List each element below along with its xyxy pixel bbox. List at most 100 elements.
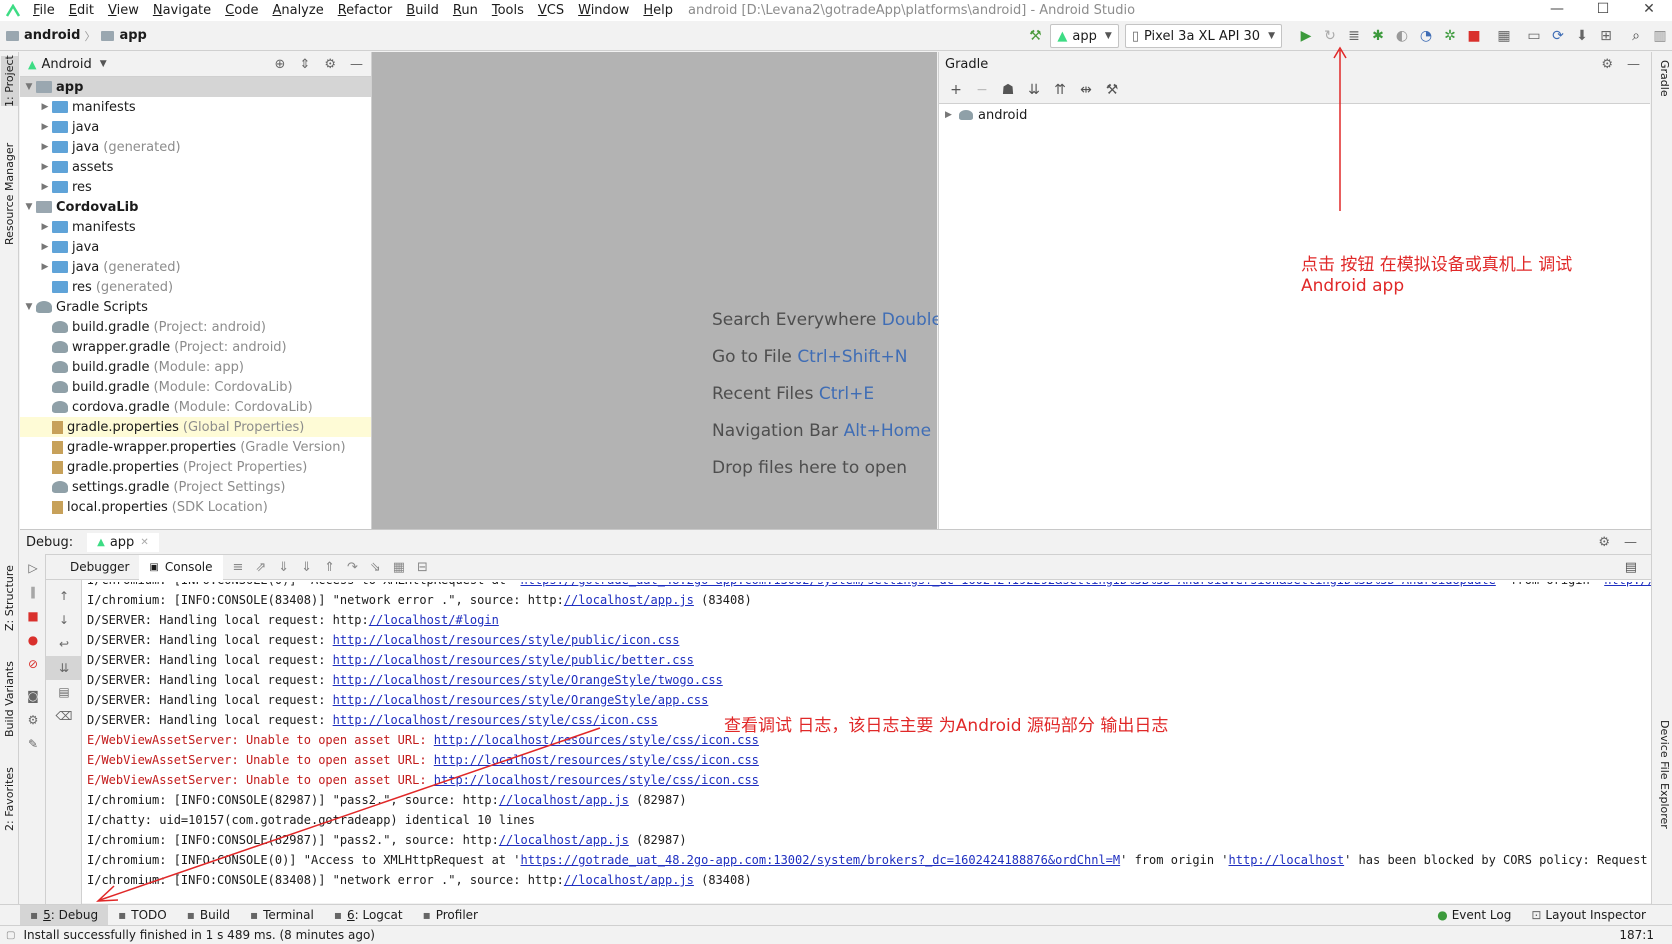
remove-icon[interactable]: − xyxy=(969,82,995,98)
breadcrumb-root[interactable]: android xyxy=(6,28,80,43)
gear-icon[interactable]: ⚙ xyxy=(1601,57,1613,72)
pause-icon[interactable]: ∥ xyxy=(20,580,46,604)
menu-build[interactable]: Build xyxy=(399,0,446,21)
attach-debugger-icon[interactable]: ✲ xyxy=(1438,24,1462,48)
tree-item-java[interactable]: ▶ java (generated) xyxy=(20,257,371,277)
chevron-right-icon[interactable]: ▶ xyxy=(38,222,52,232)
menu-navigate[interactable]: Navigate xyxy=(146,0,218,21)
tree-item-java[interactable]: ▶ java (generated) xyxy=(20,137,371,157)
chevron-right-icon[interactable]: ▶ xyxy=(38,262,52,272)
tree-item-manifests[interactable]: ▶ manifests xyxy=(20,217,371,237)
search-icon[interactable]: ⌕ xyxy=(1624,24,1648,48)
tab-console[interactable]: ▣ Console xyxy=(139,554,223,580)
camera-icon[interactable]: ◙ xyxy=(20,684,46,708)
scroll-to-end-icon[interactable]: ⇊ xyxy=(46,656,82,680)
run-config-select[interactable]: ▲ app ▼ xyxy=(1050,24,1119,48)
project-structure-icon[interactable]: ▦ xyxy=(1492,24,1516,48)
caret-position[interactable]: 187:1 xyxy=(1619,928,1654,942)
tree-item-build-gradle[interactable]: build.gradle (Project: android) xyxy=(20,317,371,337)
chevron-right-icon[interactable]: ▶ xyxy=(38,142,52,152)
project-tool-tab[interactable]: 1: Project xyxy=(1,55,18,107)
mute-breakpoints-icon[interactable]: ⊘ xyxy=(20,652,46,676)
gear-icon[interactable]: ⚙ xyxy=(324,57,336,72)
tree-item-gradle-properties[interactable]: gradle.properties (Global Properties) xyxy=(20,417,371,437)
gear-icon[interactable]: ⚙ xyxy=(1598,535,1610,550)
update-icon[interactable]: ▥ xyxy=(1648,24,1672,48)
apply-code-changes-icon[interactable]: ≣ xyxy=(1342,24,1366,48)
bottom-tab-todo[interactable]: ▪ TODO xyxy=(108,905,177,926)
bottom-tab-debug[interactable]: ▪ 5: Debug xyxy=(20,904,109,926)
device-manager-icon[interactable]: ⊞ xyxy=(1594,24,1618,48)
up-arrow-icon[interactable]: ↑ xyxy=(46,584,82,608)
print-icon[interactable]: ▤ xyxy=(46,680,82,704)
menu-file[interactable]: File xyxy=(26,0,62,21)
build-variants-tab[interactable]: Build Variants xyxy=(1,652,18,746)
log-link[interactable]: https://gotrade_uat_48.2go-app.com:13002… xyxy=(520,582,1495,587)
wrench-icon[interactable]: ⚒ xyxy=(1099,82,1125,98)
tree-item-java[interactable]: ▶ java xyxy=(20,117,371,137)
menu-vcs[interactable]: VCS xyxy=(531,0,571,21)
device-file-explorer-tab[interactable]: Device File Explorer xyxy=(1654,720,1671,850)
close-window-button[interactable]: ✕ xyxy=(1626,0,1672,21)
layout-inspector-button[interactable]: ⊡ Layout Inspector xyxy=(1521,905,1656,926)
tree-item-build-gradle[interactable]: build.gradle (Module: CordovaLib) xyxy=(20,377,371,397)
tree-item-res[interactable]: res (generated) xyxy=(20,277,371,297)
chevron-down-icon[interactable]: ▼ xyxy=(22,202,36,212)
menu-tools[interactable]: Tools xyxy=(485,0,531,21)
tree-item-local-properties[interactable]: local.properties (SDK Location) xyxy=(20,497,371,517)
menu-help[interactable]: Help xyxy=(636,0,680,21)
debug-session-tab[interactable]: ▲ app ✕ xyxy=(87,532,159,552)
menu-window[interactable]: Window xyxy=(571,0,636,21)
tree-item-gradle-properties[interactable]: gradle.properties (Project Properties) xyxy=(20,457,371,477)
tree-item-build-gradle[interactable]: build.gradle (Module: app) xyxy=(20,357,371,377)
tree-item-app[interactable]: ▼ app xyxy=(20,77,371,97)
menu-analyze[interactable]: Analyze xyxy=(265,0,330,21)
locate-file-icon[interactable]: ⊕ xyxy=(275,57,286,72)
log-link[interactable]: //localhost/app.js xyxy=(564,593,694,607)
trash-icon[interactable]: ⌫ xyxy=(46,704,82,728)
chevron-right-icon[interactable]: ▶ xyxy=(38,122,52,132)
menu-view[interactable]: View xyxy=(101,0,146,21)
tree-item-cordovalib[interactable]: ▼ CordovaLib xyxy=(20,197,371,217)
minimize-button[interactable]: — xyxy=(1534,0,1580,21)
tree-item-manifests[interactable]: ▶ manifests xyxy=(20,97,371,117)
avd-manager-icon[interactable]: ▭ xyxy=(1522,24,1546,48)
device-select[interactable]: ▯ Pixel 3a XL API 30 ▼ xyxy=(1124,24,1282,48)
execute-task-icon[interactable]: ☗ xyxy=(995,82,1021,98)
run-with-coverage-icon[interactable]: ◐ xyxy=(1390,24,1414,48)
collapse-all-icon[interactable]: ⇈ xyxy=(1047,82,1073,98)
bottom-tab-logcat[interactable]: ▪ 6: Logcat xyxy=(324,905,413,926)
gradle-tree-root[interactable]: ▶ android xyxy=(939,104,1650,126)
tree-item-assets[interactable]: ▶ assets xyxy=(20,157,371,177)
profile-icon[interactable]: ◔ xyxy=(1414,24,1438,48)
editor-area[interactable]: Search Everywhere Double Sh Go to File Ct… xyxy=(372,52,969,529)
tree-item-res[interactable]: ▶ res xyxy=(20,177,371,197)
gear-icon[interactable]: ⚙ xyxy=(20,708,46,732)
resource-manager-tab[interactable]: Resource Manager xyxy=(1,134,18,254)
layout-settings-icon[interactable]: ▤ xyxy=(1625,560,1637,575)
tree-item-java[interactable]: ▶ java xyxy=(20,237,371,257)
log-link[interactable]: http://localhost/resources/style/public/… xyxy=(333,633,680,647)
stepping-controls[interactable]: ≡⇗⇓⇓⇑↷⇘▦⊟ xyxy=(233,560,440,575)
hide-panel-icon[interactable]: — xyxy=(350,57,363,72)
tree-item-gradle-scripts[interactable]: ▼ Gradle Scripts xyxy=(20,297,371,317)
menu-code[interactable]: Code xyxy=(218,0,265,21)
hide-panel-icon[interactable]: — xyxy=(1624,535,1637,550)
menu-refactor[interactable]: Refactor xyxy=(331,0,400,21)
chevron-right-icon[interactable]: ▶ xyxy=(38,242,52,252)
stop-icon[interactable]: ■ xyxy=(1462,24,1486,48)
event-log-button[interactable]: ● Event Log xyxy=(1427,905,1521,926)
menu-run[interactable]: Run xyxy=(446,0,485,21)
log-link[interactable]: //localhost/#login xyxy=(369,613,499,627)
breadcrumb-child[interactable]: app xyxy=(101,28,147,43)
hide-panel-icon[interactable]: — xyxy=(1627,57,1640,72)
apply-changes-icon[interactable]: ↻ xyxy=(1318,24,1342,48)
soft-wrap-icon[interactable]: ↩ xyxy=(46,632,82,656)
collapse-all-icon[interactable]: ⇕ xyxy=(299,57,310,72)
log-link[interactable]: http://localhost/resources/style/OrangeS… xyxy=(333,673,723,687)
bottom-tab-terminal[interactable]: ▪ Terminal xyxy=(240,905,324,926)
pin-icon[interactable]: ✎ xyxy=(20,732,46,756)
log-link[interactable]: http://localhost/resources/style/public/… xyxy=(333,653,694,667)
tree-item-gradle-wrapper-properties[interactable]: gradle-wrapper.properties (Gradle Version… xyxy=(20,437,371,457)
debug-icon[interactable]: ✱ xyxy=(1366,24,1390,48)
